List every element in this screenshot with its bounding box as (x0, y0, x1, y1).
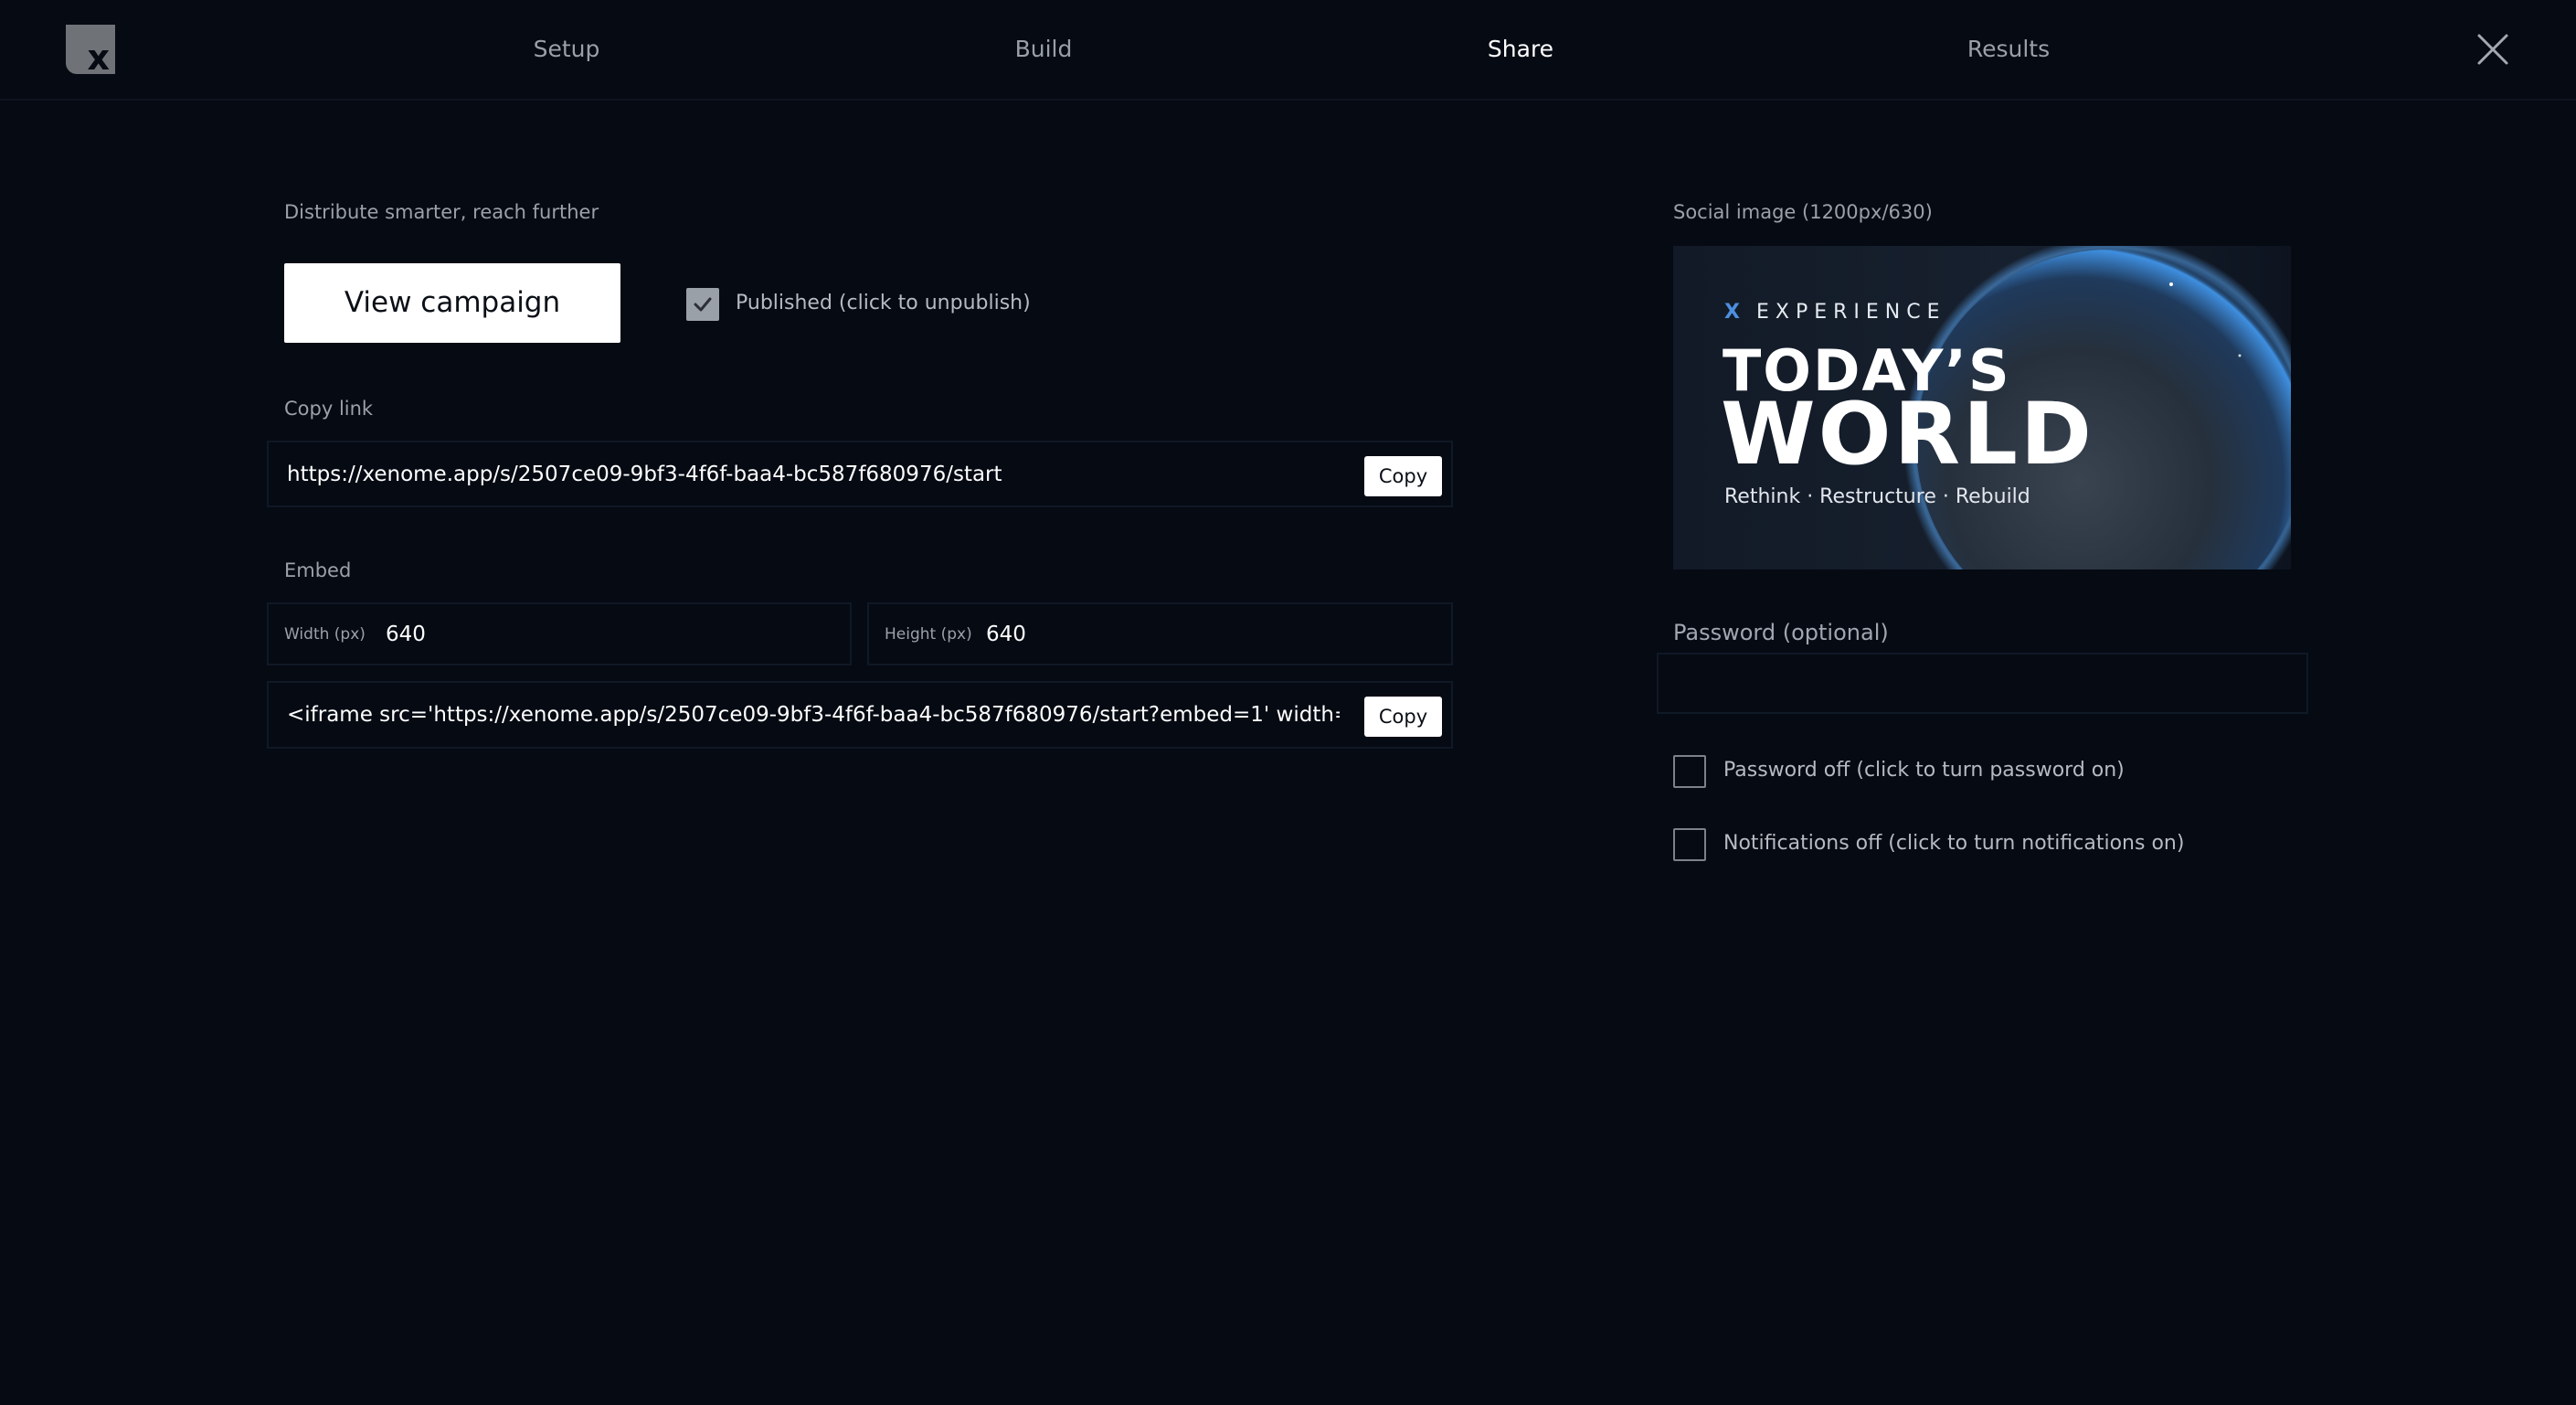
checkmark-icon (694, 297, 712, 312)
embed-width-input[interactable]: 640 (386, 604, 426, 664)
embed-width-label: Width (px) (284, 624, 366, 644)
password-toggle-checkbox[interactable] (1673, 755, 1706, 788)
embed-height-label: Height (px) (885, 624, 972, 644)
tab-results[interactable]: Results (1967, 31, 2050, 68)
social-image-label: Social image (1200px/630) (1673, 201, 1933, 223)
embed-width-field[interactable]: Width (px) 640 (267, 602, 852, 665)
published-checkbox[interactable] (686, 288, 719, 321)
social-image-title-line2: WORLD (1721, 385, 2094, 484)
share-url[interactable]: https://xenome.app/s/2507ce09-9bf3-4f6f-… (287, 442, 1346, 506)
view-campaign-button[interactable]: View campaign (284, 263, 620, 343)
published-label[interactable]: Published (click to unpublish) (736, 292, 1031, 314)
tab-setup[interactable]: Setup (534, 31, 600, 68)
tab-share[interactable]: Share (1488, 31, 1553, 68)
top-navigation: x Setup Build Share Results (0, 0, 2576, 101)
embed-height-field[interactable]: Height (px) 640 (867, 602, 1453, 665)
copy-link-label: Copy link (284, 398, 374, 420)
notifications-toggle-checkbox[interactable] (1673, 828, 1706, 861)
password-toggle-label[interactable]: Password off (click to turn password on) (1723, 759, 2125, 782)
social-image[interactable]: X EXPERIENCE TODAY’S WORLD Rethink · Res… (1673, 246, 2291, 569)
password-input[interactable] (1657, 653, 2308, 714)
password-label: Password (optional) (1673, 620, 1889, 645)
close-icon[interactable] (2476, 33, 2509, 66)
embed-code-field[interactable]: <iframe src='https://xenome.app/s/2507ce… (267, 681, 1453, 749)
share-tagline: Distribute smarter, reach further (284, 201, 599, 223)
copy-link-button[interactable]: Copy (1364, 456, 1442, 496)
copy-embed-button[interactable]: Copy (1364, 697, 1442, 737)
notifications-toggle-label[interactable]: Notifications off (click to turn notific… (1723, 832, 2184, 855)
social-image-brand: X EXPERIENCE (1724, 301, 1946, 324)
embed-height-input[interactable]: 640 (986, 604, 1026, 664)
tab-build[interactable]: Build (1015, 31, 1073, 68)
logo-letter: x (87, 37, 110, 78)
social-image-subtitle: Rethink · Restructure · Rebuild (1724, 485, 2030, 508)
embed-code[interactable]: <iframe src='https://xenome.app/s/2507ce… (287, 683, 1340, 747)
copy-link-field[interactable]: https://xenome.app/s/2507ce09-9bf3-4f6f-… (267, 441, 1453, 507)
app-logo[interactable]: x (66, 25, 115, 78)
embed-label: Embed (284, 559, 352, 581)
